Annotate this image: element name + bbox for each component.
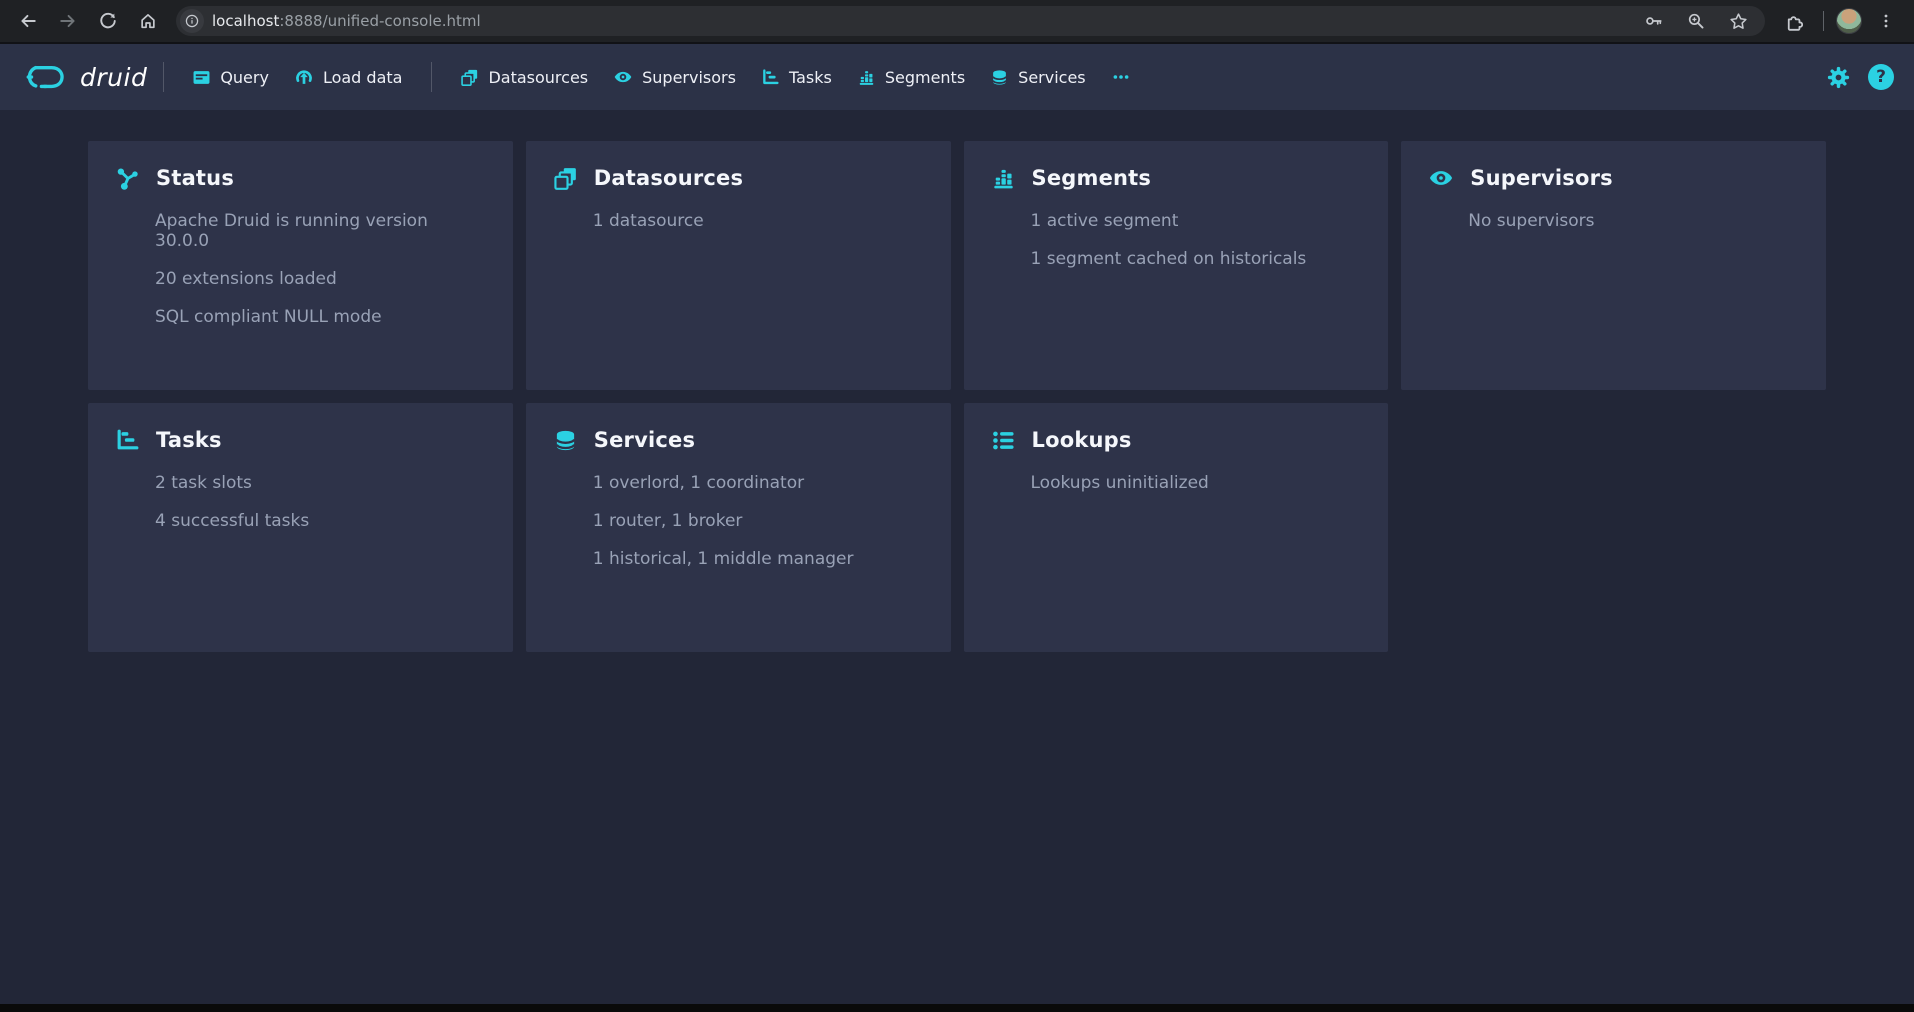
card-line: 2 task slots — [155, 473, 485, 493]
card-line: 1 router, 1 broker — [593, 511, 923, 531]
stacked-chart-icon — [992, 167, 1015, 190]
cloud-upload-icon — [295, 68, 313, 86]
profile-avatar[interactable] — [1836, 8, 1862, 34]
settings-gear-icon[interactable] — [1827, 66, 1850, 89]
database-icon — [991, 69, 1008, 86]
application-icon — [193, 69, 210, 86]
more-icon — [1112, 68, 1130, 86]
card-line: SQL compliant NULL mode — [155, 307, 485, 327]
forward-icon[interactable] — [50, 3, 86, 39]
card-title: Services — [594, 428, 695, 452]
supervisors-card[interactable]: Supervisors No supervisors — [1401, 141, 1826, 390]
home-icon[interactable] — [130, 3, 166, 39]
window-bottom-edge — [0, 1004, 1914, 1012]
url-text[interactable]: localhost:8888/unified-console.html — [212, 12, 481, 30]
url-host: localhost — [212, 12, 279, 30]
nav-divider — [163, 62, 164, 92]
database-icon — [554, 429, 577, 452]
browser-toolbar: localhost:8888/unified-console.html — [0, 0, 1914, 44]
segments-card[interactable]: Segments 1 active segment 1 segment cach… — [964, 141, 1389, 390]
properties-icon — [992, 429, 1015, 452]
druid-logo[interactable]: druid — [24, 62, 147, 92]
card-title: Lookups — [1032, 428, 1132, 452]
card-title: Segments — [1032, 166, 1152, 190]
card-line: Apache Druid is running version 30.0.0 — [155, 211, 485, 251]
address-bar[interactable]: localhost:8888/unified-console.html — [176, 6, 1765, 36]
card-title: Supervisors — [1470, 166, 1613, 190]
datasources-card[interactable]: Datasources 1 datasource — [526, 141, 951, 390]
site-info-icon[interactable] — [180, 9, 204, 33]
stacked-chart-icon — [858, 69, 875, 86]
url-path: :8888/unified-console.html — [279, 12, 480, 30]
nav-item-supervisors[interactable]: Supervisors — [601, 58, 749, 97]
druid-navbar: druid Query Load data Datasources Superv… — [0, 44, 1914, 110]
card-line: 1 segment cached on historicals — [1031, 249, 1361, 269]
nav-item-load-data[interactable]: Load data — [282, 58, 416, 97]
brand-name: druid — [80, 63, 147, 92]
nav-item-datasources[interactable]: Datasources — [448, 58, 601, 97]
nav-item-tasks[interactable]: Tasks — [749, 58, 845, 97]
card-line: 1 overlord, 1 coordinator — [593, 473, 923, 493]
card-line: 1 active segment — [1031, 211, 1361, 231]
nav-item-label: Datasources — [488, 68, 588, 87]
graph-icon — [116, 167, 139, 190]
nav-divider — [431, 62, 432, 92]
nav-item-label: Query — [220, 68, 269, 87]
card-line: No supervisors — [1468, 211, 1798, 231]
nav-item-services[interactable]: Services — [978, 58, 1098, 97]
card-title: Datasources — [594, 166, 743, 190]
gantt-chart-icon — [762, 69, 779, 86]
druid-logo-icon — [24, 62, 70, 92]
help-icon[interactable]: ? — [1868, 64, 1894, 90]
lookups-card[interactable]: Lookups Lookups uninitialized — [964, 403, 1389, 652]
eye-icon — [1429, 166, 1453, 190]
card-title: Tasks — [156, 428, 222, 452]
card-line: 4 successful tasks — [155, 511, 485, 531]
browser-menu-icon[interactable] — [1868, 3, 1904, 39]
status-card[interactable]: Status Apache Druid is running version 3… — [88, 141, 513, 390]
nav-item-label: Supervisors — [642, 68, 736, 87]
multi-panels-icon — [461, 69, 478, 86]
card-grid: Status Apache Druid is running version 3… — [88, 141, 1826, 652]
card-line: 1 historical, 1 middle manager — [593, 549, 923, 569]
nav-more-button[interactable] — [1099, 58, 1143, 96]
nav-item-label: Segments — [885, 68, 965, 87]
back-icon[interactable] — [10, 3, 46, 39]
nav-item-label: Load data — [323, 68, 403, 87]
card-line: 1 datasource — [593, 211, 923, 231]
toolbar-divider — [1823, 11, 1824, 31]
multi-panels-icon — [554, 167, 577, 190]
card-line: Lookups uninitialized — [1031, 473, 1361, 493]
nav-item-label: Tasks — [789, 68, 832, 87]
nav-item-query[interactable]: Query — [180, 58, 282, 97]
tasks-card[interactable]: Tasks 2 task slots 4 successful tasks — [88, 403, 513, 652]
reload-icon[interactable] — [90, 3, 126, 39]
zoom-icon[interactable] — [1683, 8, 1709, 34]
card-line: 20 extensions loaded — [155, 269, 485, 289]
password-key-icon[interactable] — [1641, 8, 1667, 34]
bookmark-star-icon[interactable] — [1725, 8, 1751, 34]
nav-item-label: Services — [1018, 68, 1085, 87]
eye-icon — [614, 68, 632, 86]
home-view: Status Apache Druid is running version 3… — [0, 110, 1914, 1004]
gantt-chart-icon — [116, 429, 139, 452]
extensions-icon[interactable] — [1775, 3, 1811, 39]
nav-item-segments[interactable]: Segments — [845, 58, 978, 97]
services-card[interactable]: Services 1 overlord, 1 coordinator 1 rou… — [526, 403, 951, 652]
card-title: Status — [156, 166, 234, 190]
